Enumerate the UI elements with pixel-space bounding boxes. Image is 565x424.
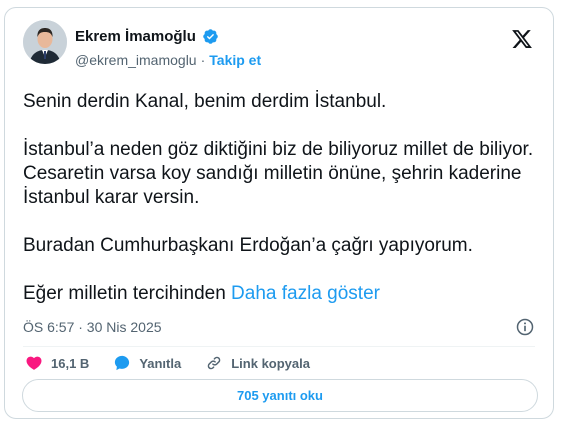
follow-button[interactable]: Takip et <box>209 52 261 68</box>
verified-badge-icon <box>203 29 218 44</box>
link-icon <box>207 356 221 370</box>
reply-button[interactable]: Yanıtla <box>113 354 181 372</box>
like-button[interactable]: 16,1 B <box>25 354 89 372</box>
author-handle[interactable]: @ekrem_imamoglu <box>75 52 197 68</box>
like-count: 16,1 B <box>51 355 90 371</box>
x-logo-icon[interactable] <box>511 28 533 50</box>
read-replies-button[interactable]: 705 yanıtı oku <box>22 379 538 412</box>
copy-link-button[interactable]: Link kopyala <box>205 354 310 372</box>
tweet-paragraph: Buradan Cumhurbaşkanı Erdoğan’a çağrı ya… <box>23 235 473 256</box>
heart-icon <box>26 356 42 370</box>
reply-icon <box>115 355 130 371</box>
tweet-card: Ekrem İmamoğlu @ekrem_imamoglu · Takip e… <box>4 7 554 419</box>
read-replies-label: 705 yanıtı oku <box>237 388 323 403</box>
show-more-link[interactable]: Daha fazla göster <box>231 283 380 304</box>
tweet-paragraph: İstanbul’a neden göz diktiğini biz de bi… <box>23 139 534 208</box>
avatar-image <box>23 20 67 64</box>
action-bar: 16,1 B Yanıtla Link kopyala <box>25 349 334 377</box>
divider <box>23 346 535 347</box>
tweet-text: Senin derdin Kanal, benim derdim İstanbu… <box>23 90 543 306</box>
reply-label: Yanıtla <box>139 355 182 371</box>
info-icon[interactable] <box>515 317 535 337</box>
copy-link-label: Link kopyala <box>231 355 310 371</box>
avatar[interactable] <box>23 20 67 64</box>
tweet-paragraph: Senin derdin Kanal, benim derdim İstanbu… <box>23 91 387 112</box>
separator-dot: · <box>200 52 206 68</box>
tweet-paragraph-truncated: Eğer milletin tercihinden Daha fazla gös… <box>23 282 543 306</box>
tweet-timestamp[interactable]: ÖS 6:57 · 30 Nis 2025 <box>23 319 162 335</box>
author-name[interactable]: Ekrem İmamoğlu <box>75 28 196 45</box>
truncated-text: Eğer milletin tercihinden <box>23 283 226 304</box>
